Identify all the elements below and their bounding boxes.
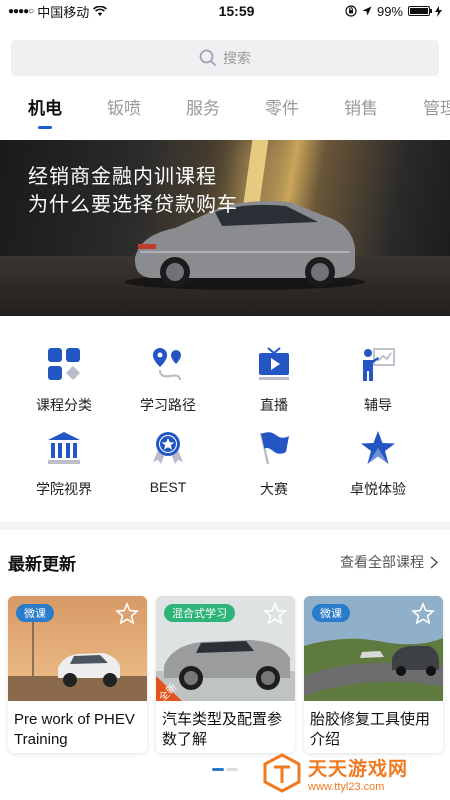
- menu-item-course-categories[interactable]: 课程分类: [8, 346, 120, 415]
- battery-icon: [408, 6, 432, 16]
- grid-categories-icon: [48, 348, 80, 380]
- wifi-icon: [93, 5, 108, 16]
- menu-label: 直播: [260, 397, 288, 413]
- location-arrow-icon: [362, 6, 372, 16]
- tab-xiaoshou[interactable]: 销售: [316, 94, 395, 134]
- carousel-pager: [212, 768, 238, 771]
- menu-item-tutoring[interactable]: 辅导: [322, 346, 434, 415]
- course-type-badge: 混合式学习: [164, 604, 235, 622]
- flag-icon: [259, 432, 289, 465]
- orientation-lock-icon: [345, 5, 357, 17]
- battery-percent: 99%: [376, 3, 403, 19]
- chevron-right-icon: [430, 555, 438, 569]
- menu-label: 大赛: [260, 481, 288, 497]
- favorite-star-icon[interactable]: [411, 602, 435, 626]
- route-pin-icon: [153, 348, 182, 381]
- pager-dot-active: [212, 768, 224, 771]
- award-ribbon-icon: [153, 432, 183, 464]
- view-all-courses-link[interactable]: 查看全部课程: [340, 552, 438, 572]
- banner-headline: 经销商金融内训课程: [28, 166, 217, 188]
- course-card[interactable]: 微课 Pre work of PHEV Training: [8, 596, 147, 753]
- course-type-badge: 微课: [312, 604, 350, 622]
- menu-label: 学院视界: [36, 481, 92, 497]
- search-placeholder: 搜索: [223, 50, 251, 66]
- tab-guanli[interactable]: 管理: [395, 94, 450, 134]
- pager-dot: [226, 768, 238, 771]
- menu-label: 学习路径: [140, 397, 196, 413]
- banner-subheadline: 为什么要选择贷款购车: [28, 194, 238, 216]
- course-type-badge: 微课: [16, 604, 54, 622]
- tab-jidian[interactable]: 机电: [0, 94, 79, 134]
- search-icon: [199, 49, 217, 67]
- course-card[interactable]: 混合式学习 全新 汽车类型及配置参数了解: [156, 596, 295, 753]
- status-bar: ●●●●○ 中国移动 15:59 99%: [0, 0, 450, 22]
- menu-item-premium-experience[interactable]: 卓悦体验: [322, 430, 434, 499]
- charging-icon: [435, 5, 442, 17]
- menu-label: 课程分类: [36, 397, 92, 413]
- tab-banpen[interactable]: 钣喷: [79, 94, 158, 134]
- menu-item-best[interactable]: BEST: [112, 430, 224, 495]
- watermark: 天天游戏网 www.ttyl23.com: [262, 750, 444, 796]
- header: 搜索 机电 钣喷 服务 零件 销售 管理: [0, 22, 450, 140]
- menu-item-live[interactable]: 直播: [218, 346, 330, 415]
- menu-item-contest[interactable]: 大赛: [218, 430, 330, 499]
- menu-label: BEST: [149, 479, 187, 495]
- favorite-star-icon[interactable]: [115, 602, 139, 626]
- search-input[interactable]: 搜索: [11, 40, 439, 76]
- course-card[interactable]: 微课 胎胶修复工具使用介绍: [304, 596, 443, 753]
- tab-lingjian[interactable]: 零件: [237, 94, 316, 134]
- favorite-star-icon[interactable]: [263, 602, 287, 626]
- carrier-label: 中国移动: [37, 4, 90, 20]
- section-title: 最新更新: [8, 555, 76, 574]
- academy-building-icon: [48, 432, 80, 464]
- tab-fuwu[interactable]: 服务: [158, 94, 237, 134]
- live-tv-icon: [259, 347, 289, 380]
- course-title: Pre work of PHEV Training: [14, 711, 135, 748]
- signal-icon: ●●●●○: [8, 5, 34, 17]
- watermark-logo-icon: [263, 753, 301, 793]
- menu-label: 卓悦体验: [350, 481, 406, 497]
- menu-label: 辅导: [364, 397, 392, 413]
- status-time: 15:59: [218, 3, 255, 19]
- star-peak-icon: [361, 431, 395, 464]
- menu-item-academy-vision[interactable]: 学院视界: [8, 430, 120, 499]
- view-all-label: 查看全部课程: [340, 554, 424, 570]
- feature-menu: 课程分类 学习路径 直播 辅导 学院视界 BEST 大赛 卓悦体验: [0, 316, 450, 522]
- watermark-url: www.ttyl23.com: [308, 780, 385, 793]
- teacher-board-icon: [363, 348, 395, 381]
- category-tabs: 机电 钣喷 服务 零件 销售 管理: [0, 94, 450, 134]
- course-title: 胎胶修复工具使用介绍: [310, 711, 431, 748]
- watermark-brand: 天天游戏网: [308, 758, 409, 780]
- promo-banner[interactable]: 经销商金融内训课程 为什么要选择贷款购车: [0, 140, 450, 316]
- menu-item-learning-path[interactable]: 学习路径: [112, 346, 224, 415]
- course-title: 汽车类型及配置参数了解: [162, 711, 283, 748]
